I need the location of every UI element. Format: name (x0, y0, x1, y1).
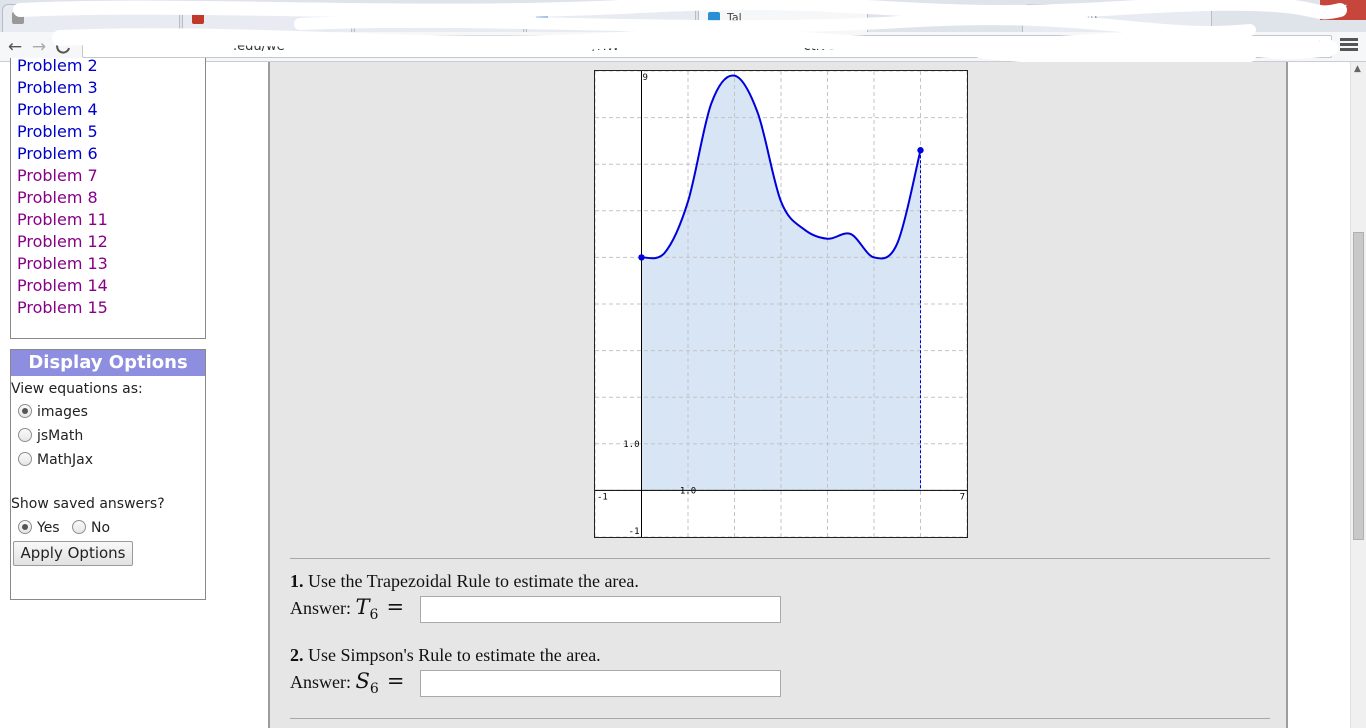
scroll-thumb[interactable] (1353, 232, 1364, 540)
answer-1-subscript: 6 (369, 607, 379, 624)
x-max-label: 7 (960, 492, 965, 502)
problem-list: Problem 2 Problem 3 Problem 4 Problem 5 Prob… (10, 56, 206, 339)
tab-favicon-icon (12, 12, 24, 24)
scroll-up-arrow-icon[interactable]: ▲ (1354, 64, 1361, 74)
problem-link[interactable]: Problem 2 (17, 56, 98, 75)
browser-tab[interactable] (182, 4, 352, 32)
graph-image: 9 1.0 -1 1.0 7 -1 (594, 70, 968, 538)
answer-2-prefix: Answer: (290, 672, 351, 692)
graph-svg: 9 1.0 -1 1.0 7 -1 (595, 71, 967, 537)
answer-2-symbol: S (355, 669, 370, 693)
radio-mathjax[interactable] (18, 452, 32, 466)
question-1-number: 1. (290, 571, 304, 591)
url-text-part: /HW (592, 39, 620, 54)
problem-link[interactable]: Problem 13 (17, 254, 108, 273)
back-button[interactable]: ← (4, 36, 26, 58)
page-scrollbar[interactable]: ▲ (1350, 62, 1366, 728)
question-2-text: Use Simpson's Rule to estimate the area. (308, 645, 601, 665)
curve-endpoint-right (917, 147, 924, 154)
forward-button[interactable]: → (28, 36, 50, 58)
address-bar[interactable]: .edu/we' /HW ctive (82, 35, 1332, 58)
radio-jsmath-label: jsMath (37, 428, 84, 444)
view-equations-label: View equations as: (11, 381, 143, 397)
problem-link[interactable]: Problem 3 (17, 78, 98, 97)
display-options-title: Display Options (11, 350, 205, 376)
tab-label: New Tab (1051, 11, 1098, 24)
tab-favicon-icon (364, 12, 376, 24)
question-2: 2. Use Simpson's Rule to estimate the ar… (290, 645, 601, 666)
browser-tab[interactable]: vm14eb (354, 4, 524, 32)
problem-link[interactable]: Problem 6 (17, 144, 98, 163)
radio-no[interactable] (72, 520, 86, 534)
url-text: .edu/we' (233, 39, 289, 54)
browser-menu-icon[interactable] (1340, 36, 1358, 54)
problem-link[interactable]: Problem 14 (17, 276, 108, 295)
radio-no-label: No (91, 520, 111, 536)
radio-images-label: images (37, 404, 88, 420)
answer-1-label: Answer: T6 = (290, 595, 405, 624)
divider (290, 558, 1270, 559)
problem-link[interactable]: Problem 7 (17, 166, 98, 185)
page-content: Problem 2 Problem 3 Problem 4 Problem 5 Prob… (0, 56, 1350, 728)
problem-link[interactable]: Problem 15 (17, 298, 108, 317)
answer-2-label: Answer: S6 = (290, 669, 405, 698)
browser-tab[interactable] (526, 4, 696, 32)
divider (290, 718, 1270, 719)
radio-yes-label: Yes (37, 520, 60, 536)
x-tick-label: 1.0 (680, 486, 696, 496)
radio-images[interactable] (18, 404, 32, 418)
answer-2-subscript: 6 (369, 681, 379, 698)
radio-mathjax-label: MathJax (37, 452, 94, 468)
display-options-panel: Display Options View equations as: image… (10, 349, 206, 600)
y-max-label: 9 (643, 73, 648, 83)
answer-1-input[interactable] (420, 596, 781, 623)
problem-link[interactable]: Problem 4 (17, 100, 98, 119)
tab-label: Tal (727, 11, 742, 24)
answer-1-symbol: T (355, 595, 370, 619)
window-maximize-button[interactable]: ❐ (1278, 2, 1318, 20)
tab-label: vm14eb (383, 11, 428, 24)
answer-2-input[interactable] (420, 670, 781, 697)
apply-options-button[interactable]: Apply Options (13, 541, 133, 566)
x-min-label: -1 (597, 492, 608, 502)
problem-link[interactable]: Problem 12 (17, 232, 108, 251)
url-text-part: ctive (803, 39, 836, 54)
question-2-number: 2. (290, 645, 304, 665)
y-tick-label: 1.0 (623, 440, 639, 450)
window-minimize-button[interactable]: — (1234, 2, 1274, 20)
tab-favicon-icon (708, 12, 720, 24)
browser-tab[interactable]: New Tab (1022, 4, 1212, 32)
curve-endpoint-left (638, 254, 645, 261)
problem-link[interactable]: Problem 5 (17, 122, 98, 141)
problem-link[interactable]: Problem 8 (17, 188, 98, 207)
bookmark-star-icon[interactable]: ☆ (1313, 37, 1326, 55)
y-min-label: -1 (629, 527, 640, 537)
reload-icon[interactable] (52, 36, 74, 58)
answer-1-prefix: Answer: (290, 598, 351, 618)
question-1-text: Use the Trapezoidal Rule to estimate the… (308, 571, 639, 591)
radio-jsmath[interactable] (18, 428, 32, 442)
radio-yes[interactable] (18, 520, 32, 534)
browser-tab-strip: vm14eb Tal New Tab — ❐ ✕ (0, 0, 1366, 32)
tab-favicon-icon (536, 12, 548, 24)
browser-tab[interactable] (2, 4, 180, 32)
question-1: 1. Use the Trapezoidal Rule to estimate … (290, 571, 639, 592)
problem-panel: 9 1.0 -1 1.0 7 -1 1. Use the Trapezoidal Rule… (268, 62, 1288, 728)
problem-link[interactable]: Problem 11 (17, 210, 108, 229)
browser-tab-active[interactable]: Tal (698, 4, 868, 32)
window-close-button[interactable]: ✕ (1320, 0, 1366, 20)
show-saved-label: Show saved answers? (11, 496, 165, 512)
tab-favicon-icon (192, 12, 204, 24)
